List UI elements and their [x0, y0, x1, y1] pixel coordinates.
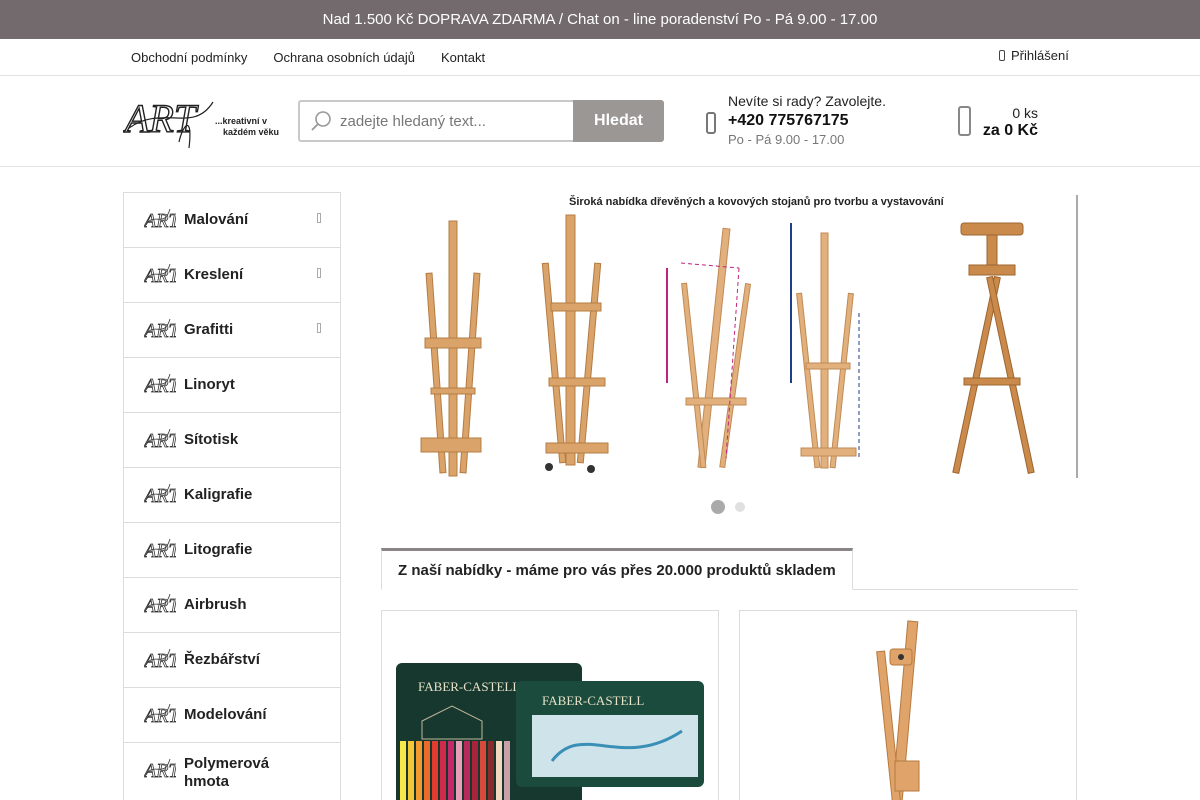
site-header: ART ...kreativní v každém věku Hledat Ne… — [0, 76, 1200, 167]
sidebar-item-rezbarstvi[interactable]: ART Řezbářství — [124, 633, 340, 688]
promo-bar: Nad 1.500 Kč DOPRAVA ZDARMA / Chat on - … — [0, 0, 1200, 39]
login-link[interactable]: Přihlášení — [999, 48, 1069, 63]
sidebar-item-label: Grafitti — [184, 321, 234, 338]
search-icon — [311, 111, 331, 131]
promo-text: Nad 1.500 Kč DOPRAVA ZDARMA / Chat on - … — [322, 11, 878, 28]
easels-banner-image — [381, 193, 1078, 480]
product-image-easel — [876, 620, 920, 800]
logo-graphic: ART ...kreativní v každém věku — [121, 95, 279, 149]
hero-banner[interactable]: Široká nabídka dřevěných a kovových stoj… — [381, 193, 1078, 480]
sidebar-item-kresleni[interactable]: ART Kreslení — [124, 248, 340, 303]
category-logo-icon: ART — [144, 593, 176, 617]
banner-caption: Široká nabídka dřevěných a kovových stoj… — [569, 196, 944, 208]
category-sidebar: ART Malování ART Kreslení ART Grafitti A… — [123, 192, 341, 800]
cart-icon[interactable] — [958, 106, 971, 136]
product-card[interactable]: FABER-CASTELL FABER-CASTELL — [381, 610, 719, 800]
sidebar-item-label: Litografie — [184, 541, 253, 558]
phone-icon — [706, 112, 716, 134]
login-label: Přihlášení — [1011, 48, 1069, 63]
sidebar-item-label: Kaligrafie — [184, 486, 253, 503]
nav-link-terms[interactable]: Obchodní podmínky — [131, 50, 247, 65]
nav-link-privacy[interactable]: Ochrana osobních údajů — [273, 50, 415, 65]
site-logo[interactable]: ART ...kreativní v každém věku — [121, 94, 283, 150]
slider-dot-2[interactable] — [735, 502, 745, 512]
user-icon — [999, 50, 1005, 61]
search-input[interactable] — [340, 112, 560, 130]
sidebar-item-kaligrafie[interactable]: ART Kaligrafie — [124, 468, 340, 523]
product-tabs: Z naší nabídky - máme pro vás přes 20.00… — [381, 548, 1078, 590]
logo-tagline-1: ...kreativní v — [215, 116, 267, 126]
sidebar-item-linoryt[interactable]: ART Linoryt — [124, 358, 340, 413]
product-image-pencils: FABER-CASTELL FABER-CASTELL — [396, 663, 704, 800]
category-logo-icon: ART — [144, 208, 176, 232]
sidebar-item-label: Malování — [184, 211, 249, 228]
sidebar-item-label: Linoryt — [184, 376, 235, 393]
chevron-right-icon — [317, 323, 321, 333]
category-logo-icon: ART — [144, 758, 176, 782]
search-field — [298, 100, 573, 142]
logo-mark: ART — [123, 96, 199, 141]
search-bar: Hledat — [298, 100, 664, 142]
sidebar-item-modelovani[interactable]: ART Modelování — [124, 688, 340, 743]
sidebar-item-label: Polymerová hmota — [184, 754, 270, 790]
contact-hours: Po - Pá 9.00 - 17.00 — [728, 132, 845, 147]
category-logo-icon: ART — [144, 648, 176, 672]
tab-nabidka[interactable]: Z naší nabídky - máme pro vás přes 20.00… — [381, 548, 853, 590]
contact-question: Nevíte si rady? Zavolejte. — [728, 93, 886, 109]
secondary-nav: Obchodní podmínky Ochrana osobních údajů… — [0, 39, 1200, 76]
sidebar-item-malovani[interactable]: ART Malování — [124, 193, 340, 248]
cart-summary[interactable]: 0 ks za 0 Kč — [975, 105, 1038, 140]
sidebar-item-grafitti[interactable]: ART Grafitti — [124, 303, 340, 358]
product-card[interactable] — [739, 610, 1077, 800]
brand-label-2: FABER-CASTELL — [542, 693, 644, 708]
contact-phone[interactable]: +420 775767175 — [728, 112, 886, 130]
nav-link-contact[interactable]: Kontakt — [441, 50, 485, 65]
slider-dot-1[interactable] — [711, 500, 725, 514]
category-logo-icon: ART — [144, 483, 176, 507]
nav-links: Obchodní podmínky Ochrana osobních údajů… — [131, 39, 485, 75]
contact-box: Nevíte si rady? Zavolejte. +420 77576717… — [728, 93, 886, 147]
sidebar-item-label: Řezbářství — [184, 651, 260, 668]
category-logo-icon: ART — [144, 538, 176, 562]
category-logo-icon: ART — [144, 263, 176, 287]
chevron-right-icon — [317, 213, 321, 223]
cart-total: za 0 Kč — [982, 122, 1038, 139]
sidebar-item-airbrush[interactable]: ART Airbrush — [124, 578, 340, 633]
slider-dots — [711, 500, 745, 514]
sidebar-item-polymerova-hmota[interactable]: ART Polymerová hmota — [124, 743, 340, 800]
category-logo-icon: ART — [144, 373, 176, 397]
sidebar-item-label: Sítotisk — [184, 431, 239, 448]
sidebar-item-sitotisk[interactable]: ART Sítotisk — [124, 413, 340, 468]
brand-label-1: FABER-CASTELL — [418, 679, 520, 694]
sidebar-item-label: Kreslení — [184, 266, 244, 283]
cart-count: 0 ks — [1012, 105, 1038, 121]
logo-tagline-2: každém věku — [223, 127, 279, 137]
chevron-right-icon — [317, 268, 321, 278]
sidebar-item-label: Airbrush — [184, 596, 247, 613]
category-logo-icon: ART — [144, 703, 176, 727]
category-logo-icon: ART — [144, 318, 176, 342]
sidebar-item-litografie[interactable]: ART Litografie — [124, 523, 340, 578]
sidebar-item-label: Modelování — [184, 706, 267, 723]
search-button[interactable]: Hledat — [573, 100, 664, 142]
category-logo-icon: ART — [144, 428, 176, 452]
